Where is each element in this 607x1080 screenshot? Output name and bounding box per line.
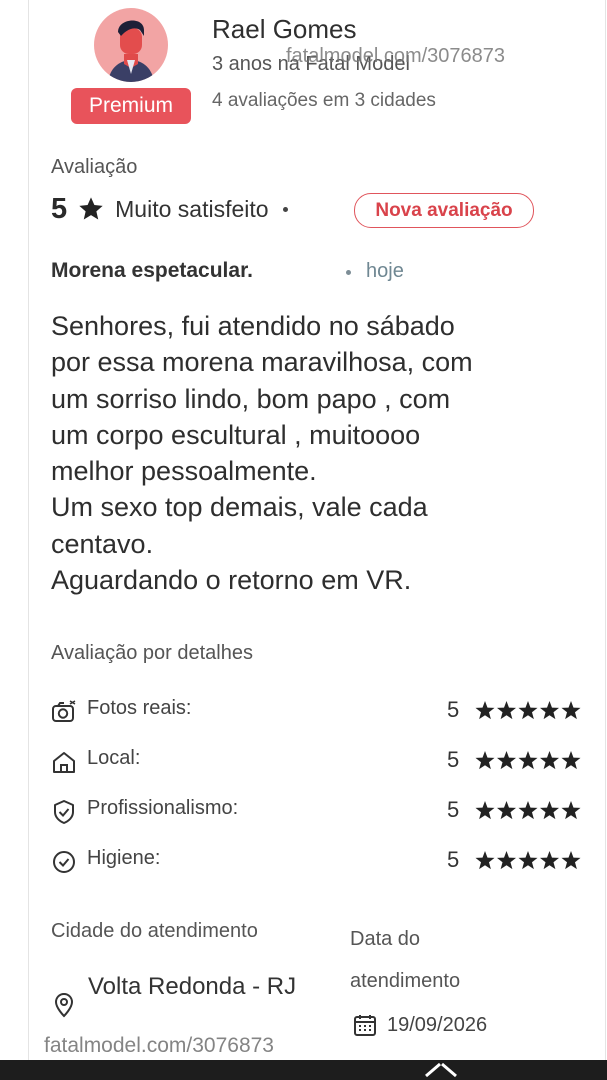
star-icon bbox=[539, 851, 560, 870]
star-icon bbox=[518, 801, 538, 820]
star-icon bbox=[539, 751, 560, 770]
detail-score: 5 bbox=[447, 797, 460, 822]
detail-row-profissionalismo: Profissionalismo: 5 bbox=[51, 797, 581, 827]
review-line: Senhores, fui atendido no sábado bbox=[51, 311, 455, 341]
check-circle-icon bbox=[53, 851, 75, 873]
watermark-bottom: fatalmodel.com/3076873 bbox=[44, 1034, 274, 1057]
star-icon bbox=[496, 801, 517, 820]
detail-score: 5 bbox=[447, 847, 460, 872]
separator-dot bbox=[346, 270, 351, 275]
reviewer-reviews-count: 4 avaliações em 3 cidades bbox=[212, 90, 436, 111]
review-line: Um sexo top demais, vale cada bbox=[51, 492, 428, 523]
city-value: Volta Redonda - RJ bbox=[88, 973, 297, 1000]
review-line: Aguardando o retorno em VR. bbox=[51, 565, 412, 596]
premium-badge: Premium bbox=[71, 88, 191, 124]
reviewer-name[interactable]: Rael Gomes bbox=[212, 14, 357, 45]
detail-row-higiene: Higiene: 5 bbox=[51, 847, 581, 877]
star-icon bbox=[518, 701, 538, 720]
new-review-badge: Nova avaliação bbox=[354, 193, 534, 228]
bottom-bar bbox=[0, 1060, 607, 1080]
stars-rating bbox=[475, 701, 581, 720]
camera-icon bbox=[52, 700, 76, 722]
rating-text: Muito satisfeito bbox=[115, 195, 269, 222]
star-icon bbox=[561, 751, 581, 770]
details-title: Avaliação por detalhes bbox=[51, 642, 253, 664]
star-icon bbox=[79, 197, 103, 220]
review-line: melhor pessoalmente. bbox=[51, 456, 317, 487]
detail-score: 5 bbox=[447, 747, 460, 772]
review-time: hoje bbox=[366, 260, 404, 282]
detail-row-local: Local: 5 bbox=[51, 747, 581, 777]
star-icon bbox=[518, 851, 538, 870]
detail-label: Fotos reais: bbox=[87, 697, 192, 719]
detail-score: 5 bbox=[447, 697, 460, 722]
reviewer-avatar[interactable] bbox=[94, 8, 168, 82]
star-icon bbox=[496, 701, 517, 720]
city-label: Cidade do atendimento bbox=[51, 920, 258, 942]
watermark-top: fatalmodel.com/3076873 bbox=[286, 45, 506, 67]
review-line: um sorriso lindo, bom papo , com bbox=[51, 383, 451, 414]
scissors-icon bbox=[425, 1062, 457, 1078]
rating-value: 5 bbox=[51, 192, 68, 225]
location-pin-icon bbox=[54, 992, 74, 1018]
detail-row-fotos-reais: Fotos reais: 5 bbox=[51, 697, 581, 727]
star-icon bbox=[496, 851, 517, 870]
star-icon bbox=[475, 751, 495, 770]
review-line: um corpo escultural , muitoooo bbox=[51, 419, 421, 450]
date-value: 19/09/2026 bbox=[387, 1014, 488, 1036]
shield-check-icon bbox=[54, 800, 74, 824]
star-icon bbox=[475, 851, 495, 870]
star-icon bbox=[561, 701, 581, 720]
detail-label: Profissionalismo: bbox=[87, 797, 239, 819]
star-icon bbox=[561, 851, 581, 870]
calendar-icon bbox=[354, 1015, 376, 1036]
star-icon bbox=[496, 751, 517, 770]
home-icon bbox=[53, 752, 75, 773]
star-icon bbox=[561, 801, 581, 820]
rating-summary: 5 Muito satisfeito bbox=[51, 190, 288, 228]
separator-dot bbox=[282, 206, 288, 212]
star-icon bbox=[539, 701, 560, 720]
star-icon bbox=[475, 801, 495, 820]
review-line: centavo. bbox=[51, 528, 154, 559]
review-title: Morena espetacular. bbox=[51, 259, 253, 282]
detail-label: Local: bbox=[87, 747, 141, 769]
star-icon bbox=[475, 701, 495, 720]
stars-rating bbox=[475, 801, 581, 820]
star-icon bbox=[539, 801, 560, 820]
detail-label: Higiene: bbox=[87, 847, 161, 869]
date-label: Data do atendimento bbox=[350, 928, 461, 992]
star-icon bbox=[518, 751, 538, 770]
stars-rating bbox=[475, 751, 581, 770]
rating-label: Avaliação bbox=[51, 156, 138, 178]
review-line: por essa morena maravilhosa, com bbox=[51, 347, 473, 378]
person-icon bbox=[108, 20, 154, 82]
stars-rating bbox=[475, 851, 581, 870]
review-body: Senhores, fui atendido no sábado por ess… bbox=[51, 308, 571, 598]
